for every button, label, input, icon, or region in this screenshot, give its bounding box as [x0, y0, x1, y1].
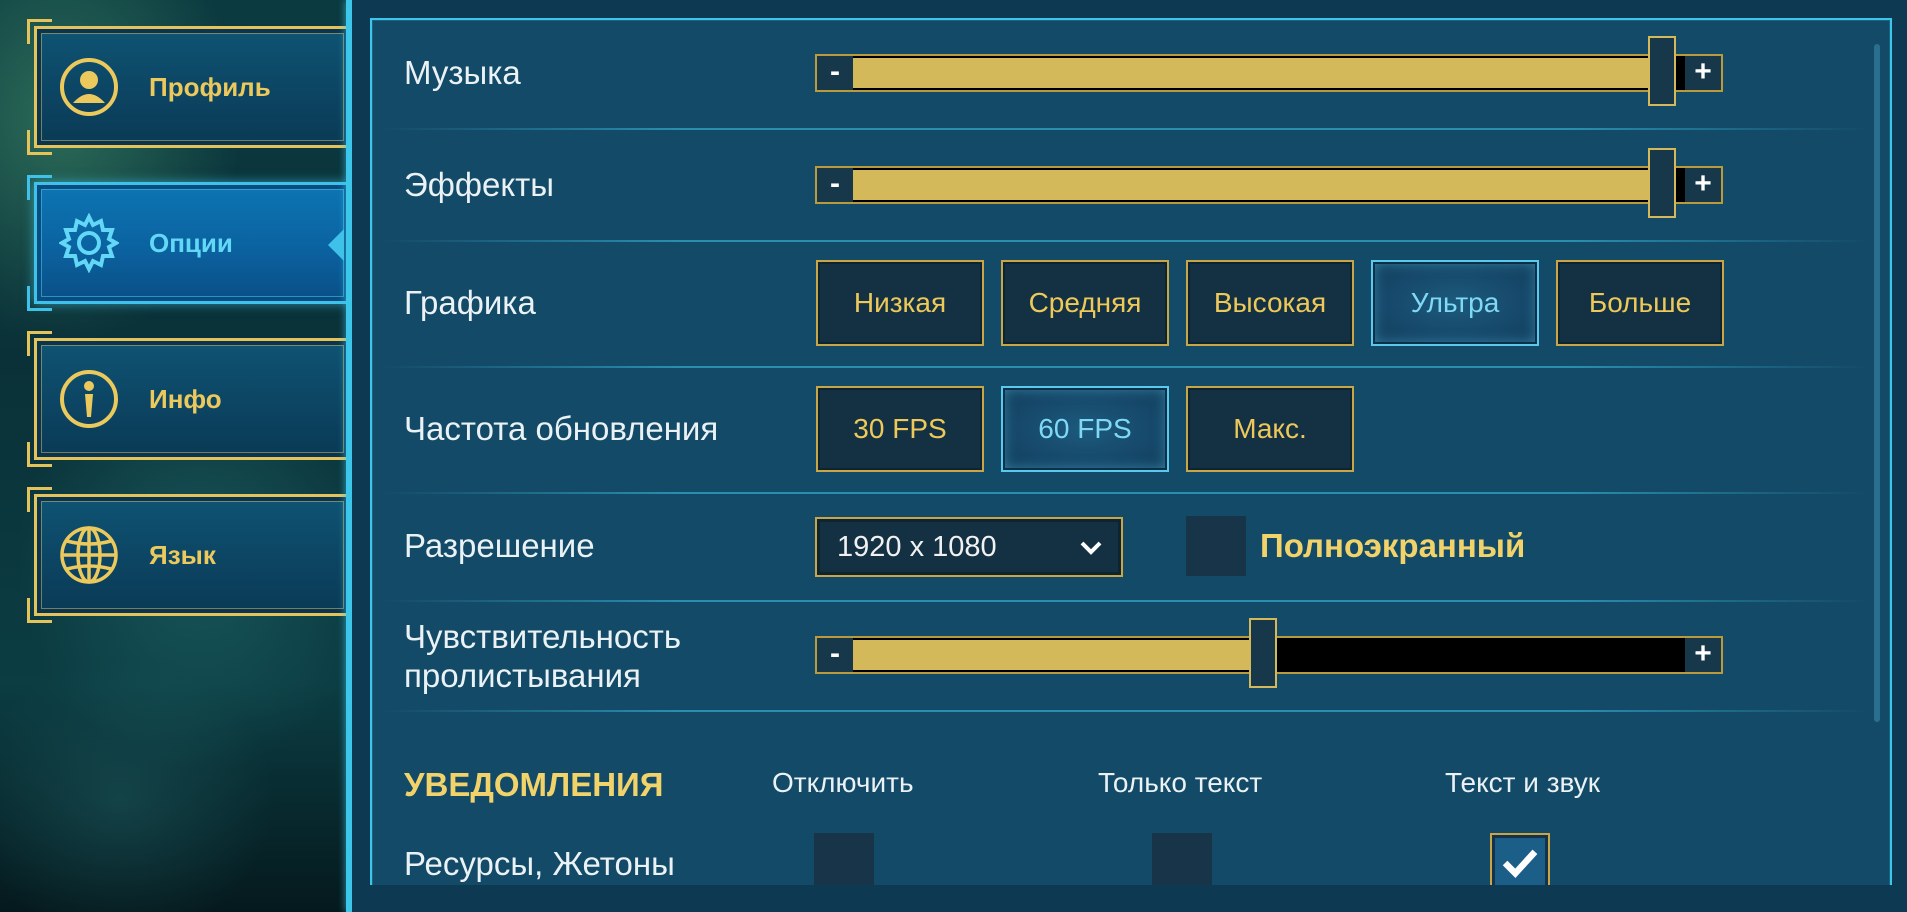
info-icon: [60, 370, 118, 428]
music-slider[interactable]: - +: [815, 36, 1723, 106]
notifications-heading: УВЕДОМЛЕНИЯ: [404, 766, 664, 803]
checkmark-icon: [1502, 849, 1538, 878]
scroll-sensitivity-label-line1: Чувствительность: [404, 618, 682, 655]
music-minus-button[interactable]: -: [817, 56, 853, 90]
menu-item-info[interactable]: Инфо: [27, 338, 348, 467]
row-divider: [380, 128, 1870, 130]
gear-icon: [59, 213, 119, 273]
notif-text-sound-checkbox[interactable]: [1490, 833, 1550, 893]
profile-icon: [60, 58, 118, 116]
menu-item-options[interactable]: Опции: [27, 182, 348, 311]
column-disable: Отключить: [772, 767, 914, 798]
column-text-only: Только текст: [1098, 767, 1263, 798]
notification-row-label: Ресурсы, Жетоны: [404, 845, 675, 882]
graphics-option-medium[interactable]: Средняя: [1001, 260, 1169, 346]
menu-item-profile[interactable]: Профиль: [27, 26, 348, 155]
panel-bottom-edge: [370, 885, 1892, 912]
scroll-sensitivity-slider[interactable]: - +: [815, 618, 1723, 688]
music-slider-thumb[interactable]: [1648, 36, 1676, 106]
notif-text-only-checkbox[interactable]: [1152, 833, 1212, 893]
row-divider: [380, 600, 1870, 602]
menu-label-options: Опции: [149, 228, 233, 258]
scroll-sensitivity-label: Чувствительность пролистывания: [404, 617, 681, 695]
effects-minus-button[interactable]: -: [817, 168, 853, 202]
graphics-option-high[interactable]: Высокая: [1186, 260, 1354, 346]
sensitivity-minus-button[interactable]: -: [817, 638, 853, 672]
side-menu: Профиль Опции Инфо Язык: [0, 0, 348, 912]
row-divider: [380, 240, 1870, 242]
resolution-dropdown[interactable]: 1920 x 1080: [815, 517, 1123, 577]
effects-label: Эффекты: [404, 166, 555, 203]
effects-plus-button[interactable]: +: [1685, 168, 1721, 202]
column-text-and-sound: Текст и звук: [1445, 767, 1601, 798]
music-plus-button[interactable]: +: [1685, 56, 1721, 90]
music-label: Музыка: [404, 54, 521, 91]
sensitivity-slider-thumb[interactable]: [1249, 618, 1277, 688]
fullscreen-label: Полноэкранный: [1260, 527, 1526, 564]
refresh-option-60fps[interactable]: 60 FPS: [1001, 386, 1169, 472]
effects-slider[interactable]: - +: [815, 148, 1723, 218]
globe-icon: [60, 526, 118, 584]
notif-disable-checkbox[interactable]: [814, 833, 874, 893]
resolution-label: Разрешение: [404, 527, 595, 564]
menu-label-language: Язык: [149, 540, 216, 570]
graphics-label: Графика: [404, 284, 536, 321]
chevron-down-icon: [1080, 541, 1102, 555]
music-slider-fill: [853, 58, 1660, 88]
row-divider: [380, 366, 1870, 368]
scroll-sensitivity-label-line2: пролистывания: [404, 657, 641, 694]
scrollbar[interactable]: [1874, 44, 1880, 722]
refresh-option-30fps[interactable]: 30 FPS: [816, 386, 984, 472]
menu-item-language[interactable]: Язык: [27, 494, 348, 623]
menu-label-profile: Профиль: [149, 72, 271, 102]
graphics-option-low[interactable]: Низкая: [816, 260, 984, 346]
active-indicator-icon: [328, 229, 344, 261]
graphics-option-ultra[interactable]: Ультра: [1371, 260, 1539, 346]
effects-slider-thumb[interactable]: [1648, 148, 1676, 218]
refresh-rate-label: Частота обновления: [404, 410, 719, 447]
sensitivity-slider-fill: [853, 640, 1261, 670]
sensitivity-plus-button[interactable]: +: [1685, 638, 1721, 672]
menu-label-info: Инфо: [149, 384, 222, 414]
row-divider: [380, 492, 1870, 494]
effects-slider-fill: [853, 170, 1660, 200]
graphics-option-more[interactable]: Больше: [1556, 260, 1724, 346]
refresh-option-max[interactable]: Макс.: [1186, 386, 1354, 472]
fullscreen-checkbox[interactable]: [1186, 516, 1246, 576]
resolution-value: 1920 x 1080: [837, 531, 997, 563]
row-divider: [380, 710, 1870, 712]
